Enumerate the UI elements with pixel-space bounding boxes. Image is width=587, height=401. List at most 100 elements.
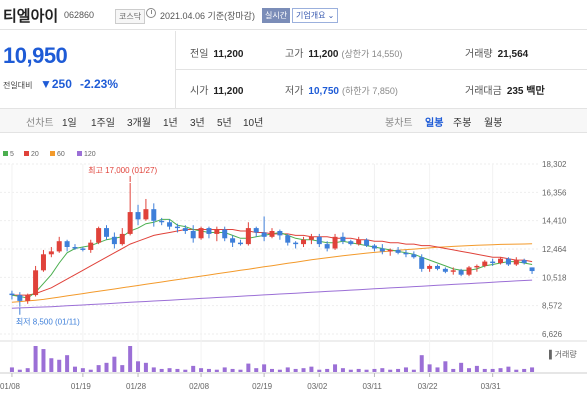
volume-bar — [128, 346, 133, 372]
candle-body — [458, 270, 464, 275]
candle-body — [245, 228, 251, 245]
candle-body — [182, 228, 188, 232]
candle-body — [9, 293, 15, 296]
volume-label: ▌거래량 — [549, 349, 577, 360]
volume-bar — [41, 349, 46, 372]
candle-body — [379, 248, 385, 252]
candle-body — [466, 267, 472, 275]
volume-bar — [411, 369, 416, 372]
candle-body — [127, 212, 133, 234]
volume-bar — [419, 355, 424, 372]
volume-bar — [340, 368, 345, 372]
volume-bar — [33, 346, 38, 372]
candle-body — [285, 235, 291, 243]
volume-bar — [451, 368, 456, 372]
volume-bar — [427, 364, 432, 372]
candle-body — [308, 236, 314, 240]
ma60-line — [11, 243, 533, 303]
volume-bar — [467, 368, 472, 372]
candle-body — [403, 252, 409, 255]
candle-body — [167, 222, 173, 227]
low-annotation: 최저 8,500 (01/11) — [16, 317, 80, 327]
volume-bar — [498, 368, 503, 372]
volume-bar — [25, 368, 30, 372]
x-tick-label: 03/22 — [418, 382, 439, 391]
y-tick-label: 14,410 — [542, 217, 567, 226]
price-chart: 18,302 16,356 14,410 12,464 10,518 8,572 6,626… — [0, 160, 587, 391]
volume-bar — [474, 365, 479, 372]
candle-body — [434, 265, 440, 269]
volume-bar — [443, 361, 448, 372]
candle-body — [474, 265, 480, 268]
volume-bar — [230, 368, 235, 372]
volume-bar — [136, 361, 141, 372]
candle-body — [521, 260, 527, 264]
x-tick-label: 02/08 — [189, 382, 210, 391]
candle-body — [324, 244, 330, 249]
volume-bar — [309, 366, 314, 372]
volume-bar — [167, 368, 172, 372]
candle-body — [513, 260, 519, 265]
volume-bar — [65, 355, 70, 372]
volume-bar — [49, 358, 54, 372]
volume-bar — [120, 365, 125, 372]
volume-bar — [364, 369, 369, 372]
candle-body — [482, 261, 488, 266]
volume-bar — [9, 367, 14, 372]
candle-body — [316, 236, 322, 245]
high-annotation: 최고 17,000 (01/27) — [88, 165, 157, 175]
volume-bar — [151, 367, 156, 372]
volume-bar — [183, 369, 188, 372]
candle-body — [261, 232, 267, 237]
candle-body — [505, 258, 511, 265]
volume-bar — [262, 364, 267, 372]
candle-body — [151, 209, 157, 221]
volume-bar — [112, 356, 117, 372]
candle-body — [33, 270, 39, 296]
candle-body — [190, 231, 196, 239]
candle-body — [419, 257, 425, 269]
volume-bar — [17, 369, 22, 372]
ma120-line — [11, 279, 533, 309]
volume-bar — [388, 369, 393, 372]
volume-bar — [57, 359, 62, 372]
volume-bar — [246, 363, 251, 372]
candle-body — [442, 268, 448, 272]
x-tick-label: 01/19 — [71, 382, 92, 391]
candle-body — [214, 229, 220, 234]
candle-body — [340, 236, 346, 242]
volume-bar — [143, 362, 148, 372]
candle-body — [174, 226, 180, 229]
volume-bar — [396, 368, 401, 372]
candle-body — [222, 229, 228, 239]
candle-body — [364, 239, 370, 246]
ma20-line — [11, 229, 533, 296]
candle-body — [48, 251, 54, 255]
y-tick-label: 8,572 — [542, 302, 563, 311]
candle-body — [17, 295, 23, 301]
y-tick-label: 12,464 — [542, 245, 567, 254]
candle-body — [64, 241, 70, 248]
candle-body — [230, 238, 236, 243]
candle-body — [387, 249, 393, 252]
x-tick-label: 02/19 — [252, 382, 273, 391]
candle-body — [450, 270, 456, 272]
candle-body — [143, 209, 149, 220]
candle-body — [104, 228, 110, 237]
candle-body — [332, 236, 338, 249]
volume-bar — [214, 369, 219, 372]
volume-bar — [522, 368, 527, 372]
volume-bar — [506, 366, 511, 372]
volume-bar — [356, 368, 361, 372]
candle-body — [135, 212, 141, 220]
candle-body — [269, 231, 275, 237]
y-tick-label: 16,356 — [542, 188, 567, 197]
volume-bar — [206, 368, 211, 372]
volume-bar — [490, 368, 495, 372]
volume-bar — [372, 368, 377, 372]
volume-bar — [514, 369, 519, 372]
volume-bar — [482, 368, 487, 372]
x-tick-label: 01/08 — [0, 382, 21, 391]
volume-bar — [348, 369, 353, 372]
candle-body — [371, 245, 377, 249]
